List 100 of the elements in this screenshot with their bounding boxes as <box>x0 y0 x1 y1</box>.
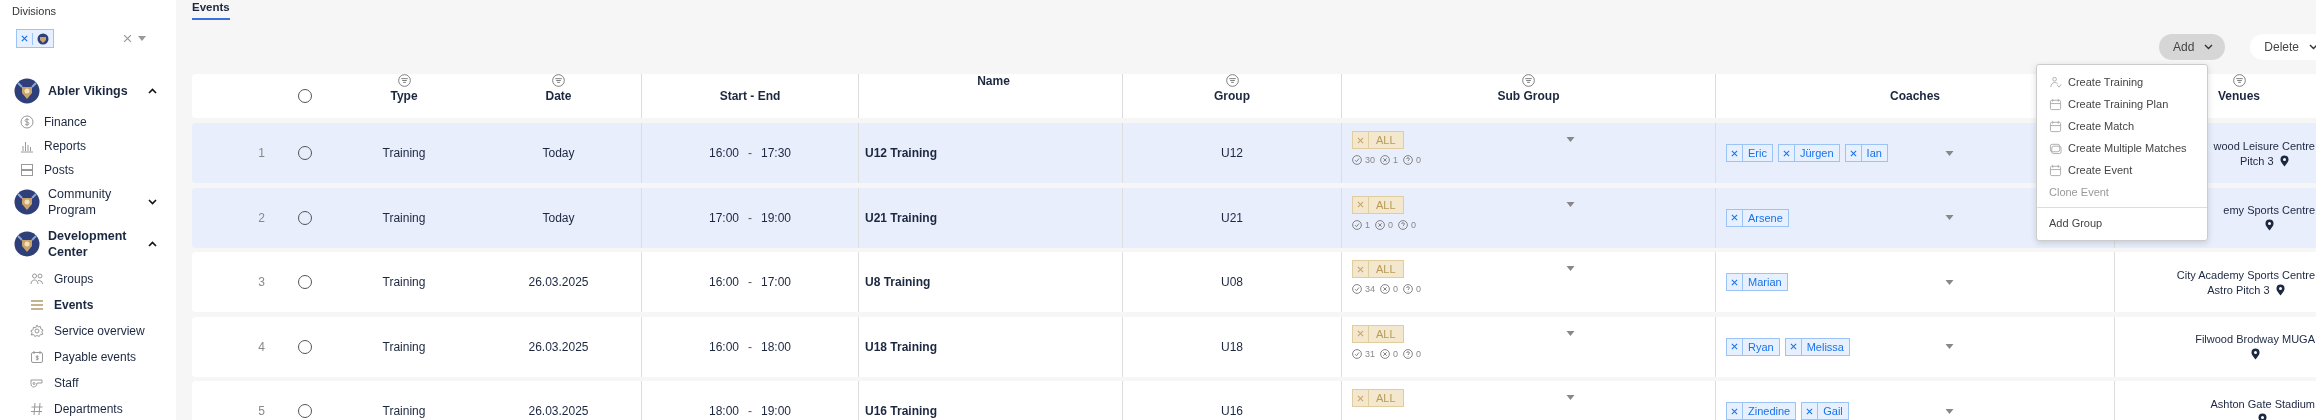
table-cell: U21 <box>1221 210 1243 225</box>
count: 0 <box>1393 348 1399 359</box>
question-circle-icon <box>1403 348 1414 359</box>
check-circle-icon <box>1352 219 1362 230</box>
clear-icon[interactable] <box>123 34 132 43</box>
hash-icon <box>30 402 44 416</box>
nav-item[interactable]: Departments <box>12 396 152 420</box>
filter-icon[interactable] <box>1522 74 1535 87</box>
chevron-icon[interactable] <box>148 199 157 205</box>
count: 34 <box>1365 284 1375 294</box>
column-header: Start - End <box>719 89 781 103</box>
coach-tag[interactable]: Melissa <box>1784 337 1850 356</box>
time-separator: - <box>748 404 752 418</box>
menu-item[interactable]: Create Training Plan <box>2037 93 2207 115</box>
dropdown-caret-icon[interactable] <box>1566 201 1575 207</box>
table-row[interactable]: 5 Training 26.03.2025 18:00 - 19:00 U16 Training U16 ALL Zinedine Gail Ashton Gate Stadium <box>192 381 2316 420</box>
toolbar-button[interactable]: Add <box>2158 34 2226 60</box>
nav-item[interactable]: Reports <box>12 134 152 158</box>
caret-icon[interactable] <box>138 36 146 41</box>
column-header: Venues <box>2218 89 2260 103</box>
coach-tag[interactable]: Gail <box>1801 402 1849 420</box>
location-pin-icon <box>2275 283 2285 296</box>
dropdown-caret-icon[interactable] <box>1945 408 1954 414</box>
nav-item[interactable]: Finance <box>12 110 152 134</box>
event-name[interactable]: U8 Training <box>865 275 931 289</box>
dropdown-caret-icon[interactable] <box>1566 395 1575 400</box>
chevron-icon <box>2204 44 2214 50</box>
filter-icon[interactable] <box>552 74 565 87</box>
chevron-icon[interactable] <box>148 88 157 94</box>
menu-item[interactable]: Add Group <box>2037 211 2207 235</box>
nav-item[interactable]: Payable events <box>12 344 152 370</box>
dropdown-caret-icon[interactable] <box>1566 137 1575 142</box>
dropdown-caret-icon[interactable] <box>1566 266 1575 271</box>
coach-tag[interactable]: Ian <box>1844 144 1888 162</box>
filter-icon[interactable] <box>1225 74 1239 87</box>
coach-tag[interactable]: Ryan <box>1726 337 1780 356</box>
calendar-icon <box>2049 119 2062 133</box>
dropdown-caret-icon[interactable] <box>1945 344 1954 349</box>
table-row[interactable]: 4 Training 26.03.2025 16:00 - 18:00 U18 Training U18 ALL 31 0 0 Ryan Melissa Filwood Brodway MUGA <box>192 316 2316 377</box>
event-name[interactable]: U21 Training <box>865 210 938 225</box>
table-cell: 26.03.2025 <box>528 275 589 289</box>
division-select[interactable] <box>16 29 146 48</box>
dropdown-caret-icon[interactable] <box>1945 150 1954 156</box>
count: 0 <box>1388 219 1394 230</box>
filter-icon[interactable] <box>397 74 411 87</box>
table-row[interactable]: 3 Training 26.03.2025 16:00 - 17:00 U8 Training U08 ALL 34 0 0 Marian City Academy Sports Centre Astro Pitch 3 <box>192 252 2316 312</box>
nav-item[interactable]: Staff <box>12 370 152 396</box>
count: 1 <box>1365 219 1370 230</box>
table-cell: Training <box>382 404 426 418</box>
chevron-icon <box>2309 44 2316 50</box>
menu-item[interactable]: Create Event <box>2037 159 2207 181</box>
time-separator: - <box>748 339 752 354</box>
row-number: 3 <box>258 275 265 289</box>
count: 0 <box>1416 284 1422 294</box>
count: 0 <box>1411 219 1417 230</box>
dropdown-caret-icon[interactable] <box>1945 215 1954 220</box>
venue-text: City Academy Sports Centre <box>2176 268 2315 281</box>
end-time: 17:00 <box>761 275 792 289</box>
tab[interactable]: Events <box>192 0 230 20</box>
coach-tag[interactable]: Arsene <box>1726 208 1789 227</box>
gear-icon <box>30 324 44 338</box>
check-circle-icon <box>1352 284 1362 294</box>
location-pin-icon <box>2250 348 2260 360</box>
nav-item[interactable]: Service overview <box>12 318 152 344</box>
filter-icon[interactable] <box>2232 74 2246 87</box>
menu-item[interactable]: Create Multiple Matches <box>2037 137 2207 159</box>
nav-item[interactable]: Events <box>12 292 152 318</box>
organization-name[interactable]: Abler Vikings <box>48 83 140 99</box>
table-cell: U08 <box>1221 275 1243 289</box>
venue-text: Pitch 3 <box>2239 154 2274 167</box>
table-cell: 26.03.2025 <box>528 404 589 418</box>
event-name[interactable]: U16 Training <box>865 404 938 418</box>
start-time: 18:00 <box>708 404 739 418</box>
coach-tag[interactable]: Eric <box>1726 144 1773 162</box>
dropdown-caret-icon[interactable] <box>1945 279 1954 285</box>
table-cell: Today <box>542 210 575 225</box>
nav-item[interactable]: Groups <box>12 266 152 292</box>
coach-tag[interactable]: Marian <box>1726 273 1788 291</box>
count: 0 <box>1416 348 1422 359</box>
event-name[interactable]: U18 Training <box>865 339 938 354</box>
crest-icon <box>14 78 40 104</box>
calendar-icon <box>2049 163 2062 177</box>
x-circle-icon <box>1375 219 1385 230</box>
event-name[interactable]: U12 Training <box>865 146 938 160</box>
table-cell: U12 <box>1221 146 1243 160</box>
column-header: Coaches <box>1890 89 1940 103</box>
nav-item[interactable]: Posts <box>12 158 152 182</box>
coach-tag[interactable]: Jürgen <box>1777 144 1840 162</box>
organization-name[interactable]: Community Program <box>48 186 140 218</box>
toolbar-button[interactable]: Delete <box>2250 34 2316 60</box>
dropdown-caret-icon[interactable] <box>1566 330 1575 336</box>
time-separator: - <box>748 210 752 225</box>
menu-item[interactable]: Create Training <box>2037 71 2207 93</box>
coach-tag[interactable]: Zinedine <box>1726 402 1797 420</box>
organization-name[interactable]: Development Center <box>48 228 140 260</box>
end-time: 17:30 <box>761 146 792 160</box>
table-cell: U16 <box>1221 404 1243 418</box>
start-time: 17:00 <box>708 210 739 225</box>
venue-text: Filwood Brodway MUGA <box>2195 333 2315 345</box>
chevron-icon[interactable] <box>148 241 157 247</box>
